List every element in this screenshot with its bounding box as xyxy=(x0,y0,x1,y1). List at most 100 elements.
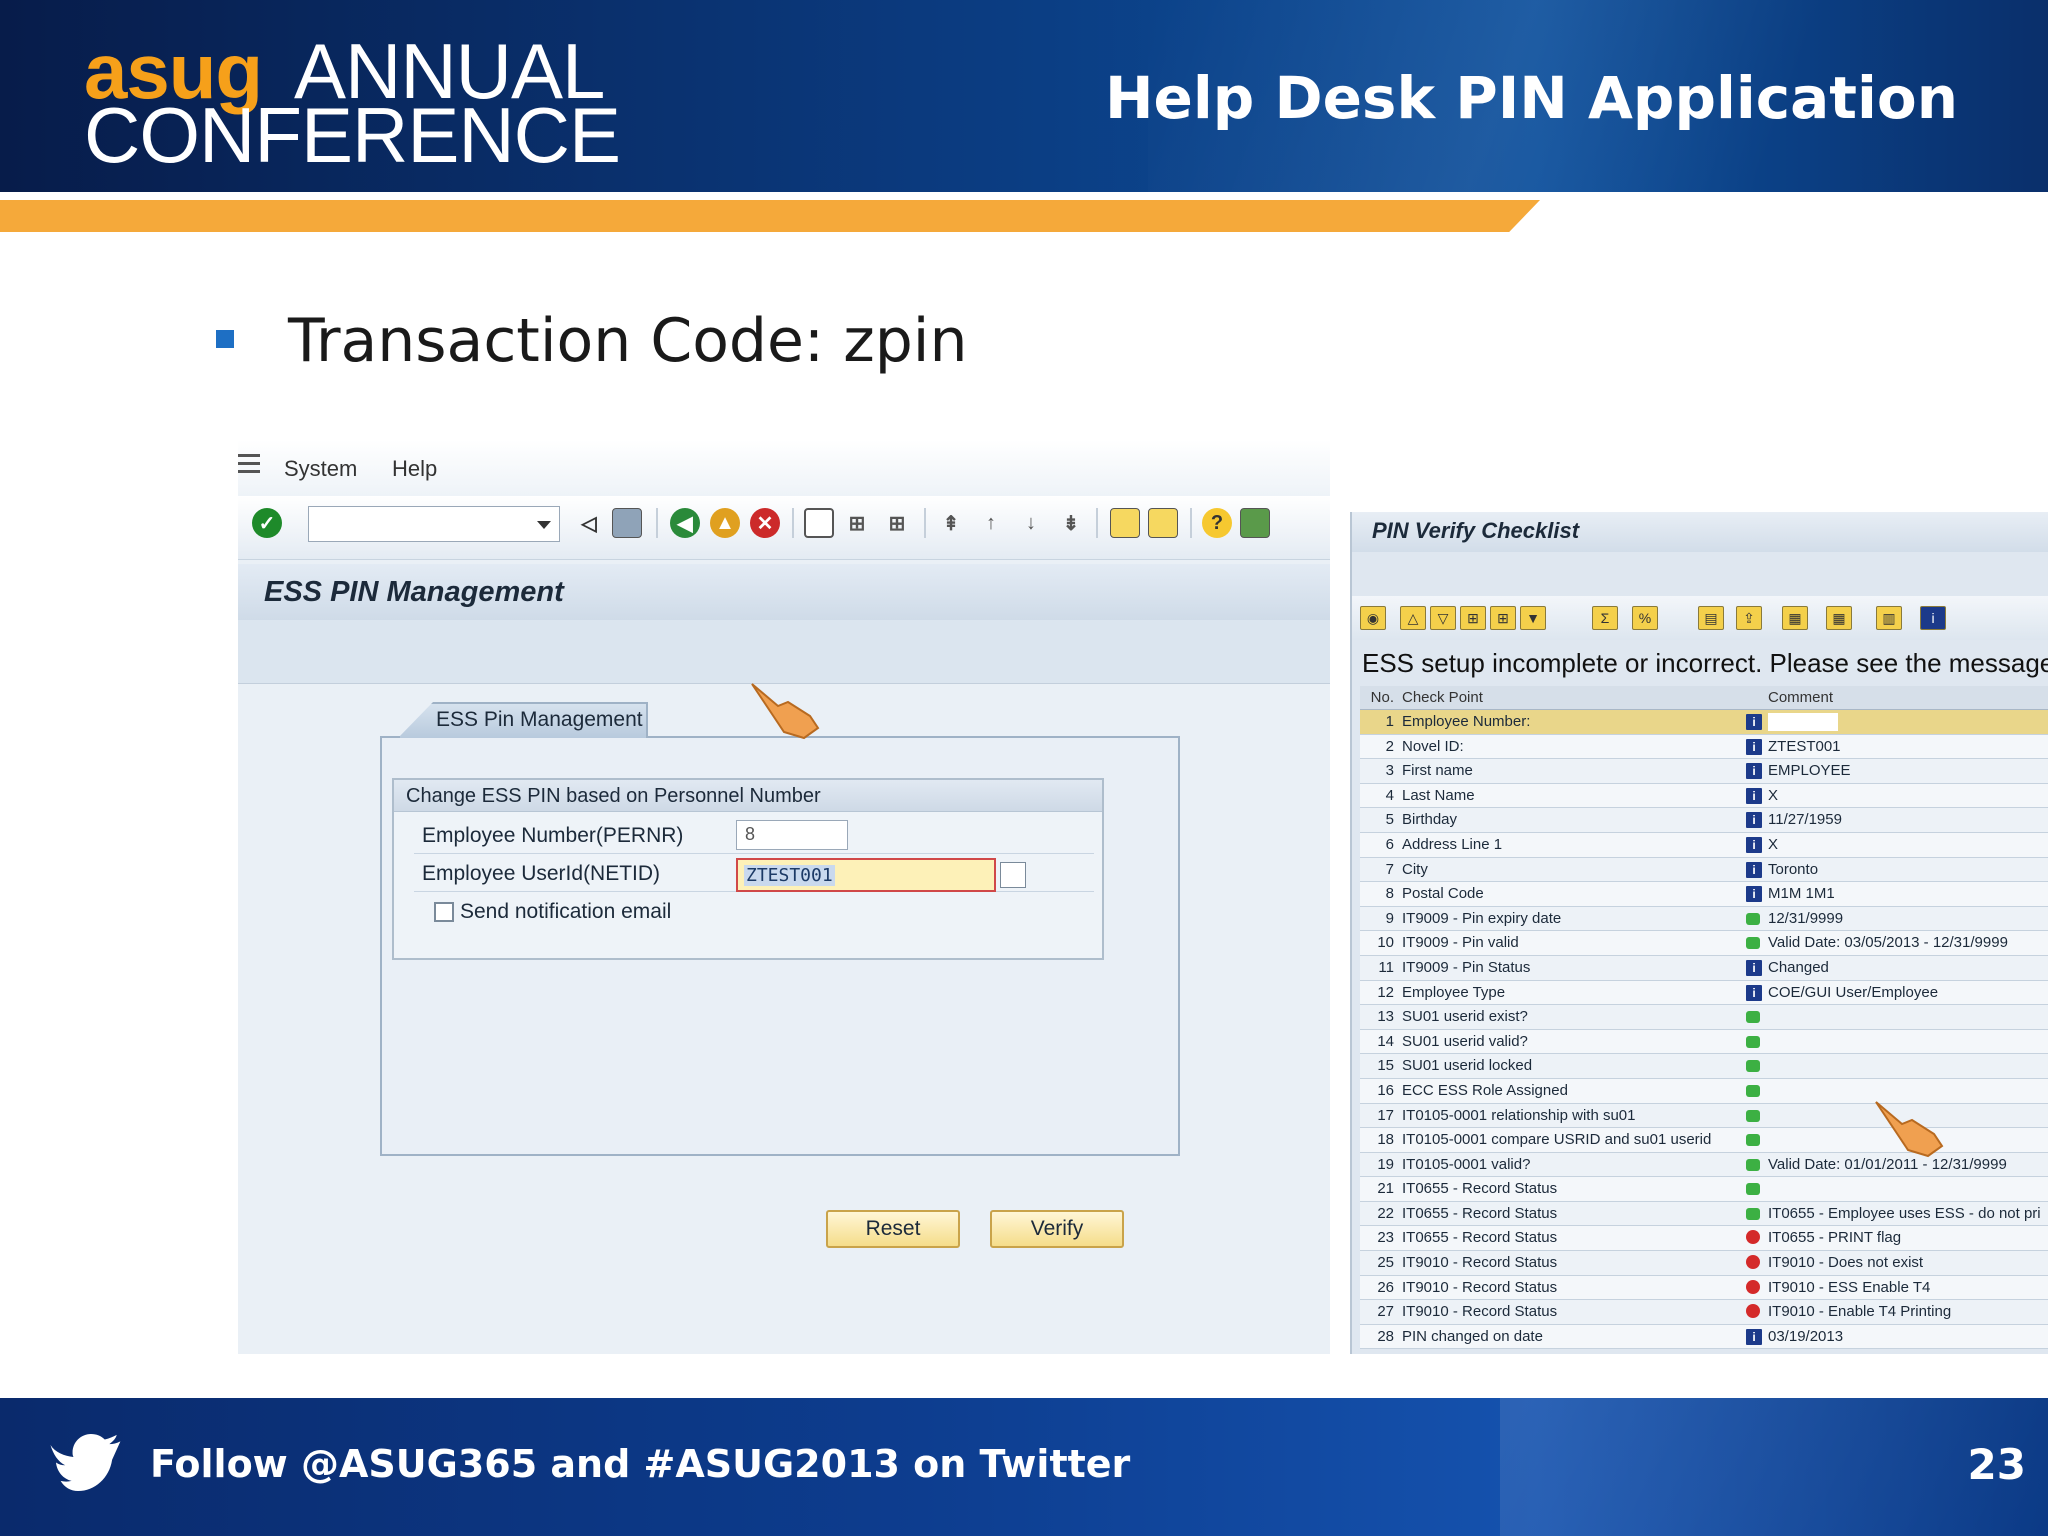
find-icon[interactable]: ⊞ xyxy=(1460,606,1486,630)
export-icon[interactable]: ⇪ xyxy=(1736,606,1762,630)
check-point-cell: IT0105-0001 valid? xyxy=(1402,1155,1531,1173)
help-icon[interactable]: ? xyxy=(1202,508,1232,538)
check-point-cell: ECC ESS Role Assigned xyxy=(1402,1081,1568,1099)
check-point-cell: City xyxy=(1402,860,1428,878)
netid-input[interactable]: ZTEST001 xyxy=(736,858,996,892)
check-point-cell: Employee Number: xyxy=(1402,713,1531,730)
print-preview-icon[interactable]: ▤ xyxy=(1698,606,1724,630)
cancel-icon[interactable]: ✕ xyxy=(750,508,780,538)
check-point-cell: IT9010 - Record Status xyxy=(1402,1254,1558,1272)
table-row[interactable]: 26 IT9010 - Record Status IT9010 - ESS Ena… xyxy=(1360,1275,2048,1301)
table-row[interactable]: 8 Postal Code i M1M 1M1 xyxy=(1360,882,2048,907)
comment-cell: M1M 1M1 xyxy=(1768,885,1835,903)
chevron-down-icon[interactable] xyxy=(537,521,551,529)
table-row[interactable]: 28 PIN changed on date i 03/19/2013 xyxy=(1360,1324,2048,1350)
print-icon[interactable] xyxy=(804,508,834,538)
info-icon: i xyxy=(1746,714,1762,730)
graphic-icon[interactable]: ▥ xyxy=(1876,606,1902,630)
verify-button[interactable]: Verify xyxy=(990,1210,1124,1248)
value-help-icon[interactable] xyxy=(1000,862,1026,888)
row-number: 8 xyxy=(1385,885,1394,903)
table-row[interactable]: 23 IT0655 - Record Status IT0655 - PRINT f… xyxy=(1360,1226,2048,1252)
menu-item-help[interactable]: Help xyxy=(392,456,437,482)
first-page-icon[interactable]: ⇞ xyxy=(936,508,966,538)
table-row[interactable]: 13 SU01 userid exist? xyxy=(1360,1005,2048,1030)
col-comment[interactable]: Comment xyxy=(1768,689,1833,706)
find-next-icon[interactable]: ⊞ xyxy=(1490,606,1516,630)
asug-conference-logo: asug ANNUAL CONFERENCE xyxy=(84,30,664,174)
table-row[interactable]: 12 Employee Type i COE/GUI User/Employee xyxy=(1360,980,2048,1006)
create-session-icon[interactable] xyxy=(1110,508,1140,538)
table-row[interactable]: 3 First name i EMPLOYEE xyxy=(1360,759,2048,784)
col-no[interactable]: No. xyxy=(1360,689,1394,706)
table-row[interactable]: 10 IT9009 - Pin valid Valid Date: 03/05/20… xyxy=(1360,931,2048,956)
check-point-cell: Postal Code xyxy=(1402,885,1484,903)
green-status-icon xyxy=(1746,1011,1760,1024)
grid-icon[interactable]: ▦ xyxy=(1826,606,1852,630)
filter-icon[interactable]: ▼ xyxy=(1520,606,1546,630)
table-row[interactable]: 15 SU01 userid locked xyxy=(1360,1054,2048,1079)
table-row[interactable]: 21 IT0655 - Record Status xyxy=(1360,1177,2048,1202)
last-page-icon[interactable]: ⇟ xyxy=(1056,508,1086,538)
comment-cell: X xyxy=(1768,835,1779,853)
back-icon[interactable]: ◀ xyxy=(670,508,700,538)
enter-icon[interactable]: ✓ xyxy=(252,508,282,538)
table-row[interactable]: 5 Birthday i 11/27/1959 xyxy=(1360,808,2048,833)
info-icon: i xyxy=(1746,812,1762,829)
menu-item-system[interactable]: System xyxy=(284,456,357,482)
row-number: 6 xyxy=(1385,835,1394,853)
back-arrow-icon[interactable]: ◁ xyxy=(574,508,604,538)
check-point-cell: IT9009 - Pin Status xyxy=(1402,958,1531,976)
sort-descending-icon[interactable]: ▽ xyxy=(1430,606,1456,630)
comment-cell: 12/31/9999 xyxy=(1768,909,1844,927)
red-status-icon xyxy=(1746,1230,1760,1245)
info-icon: i xyxy=(1746,886,1762,903)
table-row[interactable]: 25 IT9010 - Record Status IT9010 - Does no… xyxy=(1360,1251,2048,1276)
row-number: 9 xyxy=(1385,909,1394,927)
table-row[interactable]: 1 Employee Number: i xyxy=(1360,710,2048,735)
find-next-icon[interactable]: ⊞ xyxy=(882,508,912,538)
check-point-cell: IT0655 - Record Status xyxy=(1402,1229,1558,1247)
table-row[interactable]: 9 IT9009 - Pin expiry date 12/31/9999 xyxy=(1360,906,2048,932)
table-row[interactable]: 2 Novel ID: i ZTEST001 xyxy=(1360,734,2048,760)
layout-icon[interactable]: ▦ xyxy=(1782,606,1808,630)
find-icon[interactable]: ⊞ xyxy=(842,508,872,538)
sort-ascending-icon[interactable]: △ xyxy=(1400,606,1426,630)
menu-list-icon[interactable] xyxy=(238,454,266,478)
bullet-text: Transaction Code: zpin xyxy=(288,306,968,376)
details-icon[interactable]: ◉ xyxy=(1360,606,1386,630)
red-status-icon xyxy=(1746,1304,1760,1319)
status-message: ESS setup incomplete or incorrect. Pleas… xyxy=(1362,648,2048,678)
info-icon[interactable]: i xyxy=(1920,606,1946,630)
save-icon[interactable] xyxy=(612,508,642,538)
next-page-icon[interactable]: ↓ xyxy=(1016,508,1046,538)
table-row[interactable]: 4 Last Name i X xyxy=(1360,783,2048,809)
exit-icon[interactable]: ▲ xyxy=(710,508,740,538)
alv-toolbar: ◉ △ ▽ ⊞ ⊞ ▼ Σ % ▤ ⇪ ▦ ▦ ▥ i xyxy=(1352,596,2048,640)
row-number: 1 xyxy=(1385,713,1394,730)
table-row[interactable]: 7 City i Toronto xyxy=(1360,857,2048,883)
info-icon: i xyxy=(1746,787,1762,804)
accent-bar xyxy=(0,200,1540,232)
table-row[interactable]: 22 IT0655 - Record Status IT0655 - Employe… xyxy=(1360,1201,2048,1227)
pernr-label: Employee Number(PERNR) xyxy=(422,824,684,847)
subtotal-icon[interactable]: % xyxy=(1632,606,1658,630)
table-row[interactable]: 27 IT9010 - Record Status IT9010 - Enable … xyxy=(1360,1300,2048,1325)
command-field[interactable] xyxy=(308,506,560,542)
comment-cell: IT9010 - Enable T4 Printing xyxy=(1768,1303,1952,1321)
table-row[interactable]: 11 IT9009 - Pin Status i Changed xyxy=(1360,955,2048,981)
toolbar-separator xyxy=(924,508,926,538)
pernr-input[interactable]: 8 xyxy=(736,820,848,850)
total-icon[interactable]: Σ xyxy=(1592,606,1618,630)
table-row[interactable]: 6 Address Line 1 iX xyxy=(1360,832,2048,858)
layout-menu-icon[interactable] xyxy=(1240,508,1270,538)
previous-page-icon[interactable]: ↑ xyxy=(976,508,1006,538)
comment-cell: IT9010 - ESS Enable T4 xyxy=(1768,1278,1931,1296)
table-row[interactable]: 14 SU01 userid valid? xyxy=(1360,1029,2048,1055)
info-icon: i xyxy=(1746,861,1762,878)
col-check-point[interactable]: Check Point xyxy=(1402,689,1742,706)
reset-button[interactable]: Reset xyxy=(826,1210,960,1248)
send-notification-checkbox[interactable] xyxy=(434,902,454,922)
shortcut-icon[interactable] xyxy=(1148,508,1178,538)
twitter-bird-icon xyxy=(50,1434,121,1492)
